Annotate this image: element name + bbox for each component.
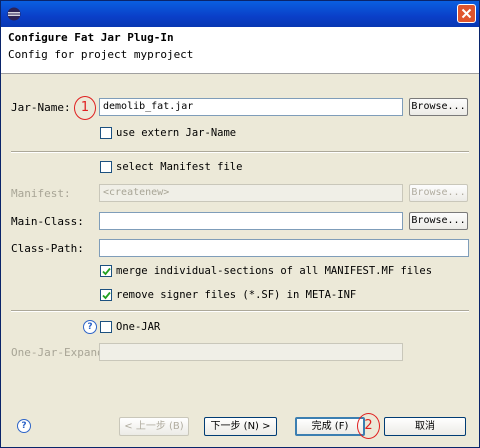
- checkmark-icon: [102, 291, 111, 300]
- one-jar-checkbox[interactable]: [100, 321, 112, 333]
- main-class-browse-button[interactable]: Browse...: [409, 212, 468, 230]
- merge-sections-checkbox[interactable]: [100, 265, 112, 277]
- annotation-2: 2: [357, 413, 380, 439]
- finish-button[interactable]: 完成 (F): [295, 417, 365, 436]
- one-jar-expand-input[interactable]: [99, 343, 403, 361]
- use-extern-label: use extern Jar-Name: [116, 127, 237, 139]
- close-button[interactable]: [457, 4, 476, 23]
- annotation-1: 1: [74, 96, 96, 120]
- cancel-button[interactable]: 取消: [384, 417, 466, 436]
- remove-signer-checkbox[interactable]: [100, 289, 112, 301]
- dialog-header: Configure Fat Jar Plug-In Config for pro…: [1, 27, 479, 74]
- page-title: Configure Fat Jar Plug-In: [8, 31, 174, 44]
- back-button[interactable]: < 上一步 (B): [119, 417, 189, 436]
- fat-jar-dialog: Configure Fat Jar Plug-In Config for pro…: [0, 0, 480, 448]
- checkmark-icon: [102, 267, 111, 276]
- close-icon: [461, 8, 472, 19]
- manifest-input[interactable]: <createnew>: [99, 184, 403, 202]
- separator: [11, 310, 469, 312]
- use-extern-checkbox[interactable]: [100, 127, 112, 139]
- jar-name-label: Jar-Name:: [11, 101, 71, 114]
- class-path-label: Class-Path:: [11, 242, 84, 255]
- help-icon[interactable]: ?: [83, 320, 97, 334]
- remove-signer-label: remove signer files (*.SF) in META-INF: [116, 289, 357, 301]
- select-manifest-checkbox[interactable]: [100, 161, 112, 173]
- next-button[interactable]: 下一步 (N) >: [204, 417, 277, 436]
- jar-browse-button[interactable]: Browse...: [409, 98, 468, 116]
- separator: [11, 151, 469, 153]
- eclipse-icon: [7, 7, 21, 21]
- main-class-label: Main-Class:: [11, 215, 84, 228]
- main-class-input[interactable]: [99, 212, 403, 230]
- select-manifest-label: select Manifest file: [116, 161, 243, 173]
- one-jar-expand-label: One-Jar-Expand:: [11, 346, 111, 359]
- page-description: Config for project myproject: [8, 48, 194, 61]
- class-path-input[interactable]: [99, 239, 469, 257]
- manifest-browse-button[interactable]: Browse...: [409, 184, 468, 202]
- jar-name-input[interactable]: demolib_fat.jar: [99, 98, 403, 116]
- title-bar[interactable]: [1, 1, 479, 27]
- merge-sections-label: merge individual-sections of all MANIFES…: [116, 265, 433, 277]
- help-icon[interactable]: ?: [17, 419, 31, 433]
- one-jar-label: One-JAR: [116, 321, 161, 333]
- manifest-label: Manifest:: [11, 187, 71, 200]
